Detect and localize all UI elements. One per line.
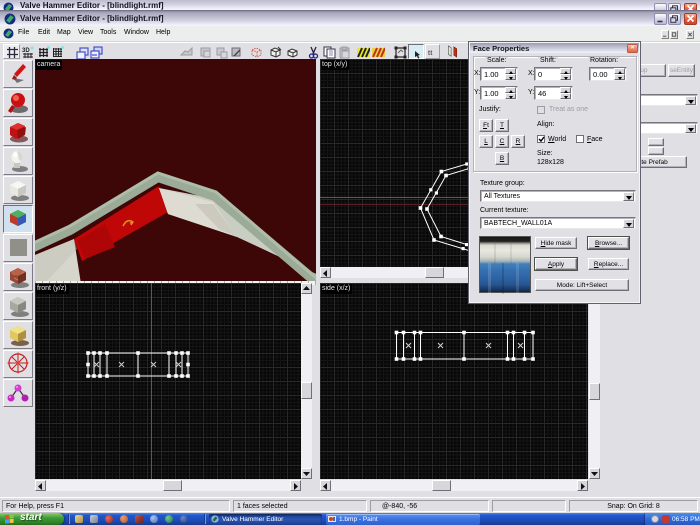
svg-text:3D: 3D: [22, 48, 30, 54]
svg-text:tt: tt: [428, 48, 433, 57]
